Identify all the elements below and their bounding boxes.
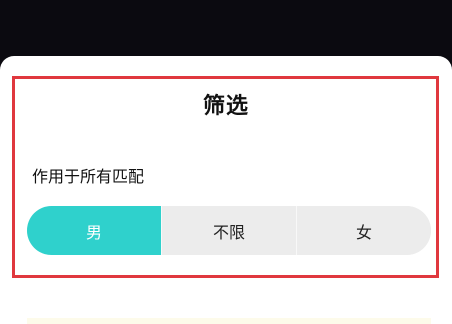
scope-label: 作用于所有匹配 xyxy=(32,167,145,186)
gender-option-male[interactable]: 男 xyxy=(27,206,161,255)
gender-option-any[interactable]: 不限 xyxy=(161,206,296,255)
gender-option-female[interactable]: 女 xyxy=(296,206,431,255)
sheet-title: 筛选 xyxy=(202,94,249,119)
bottom-strip xyxy=(27,318,431,324)
top-dark-bar xyxy=(0,0,452,60)
gender-segmented-control: 男 不限 女 xyxy=(27,206,431,255)
